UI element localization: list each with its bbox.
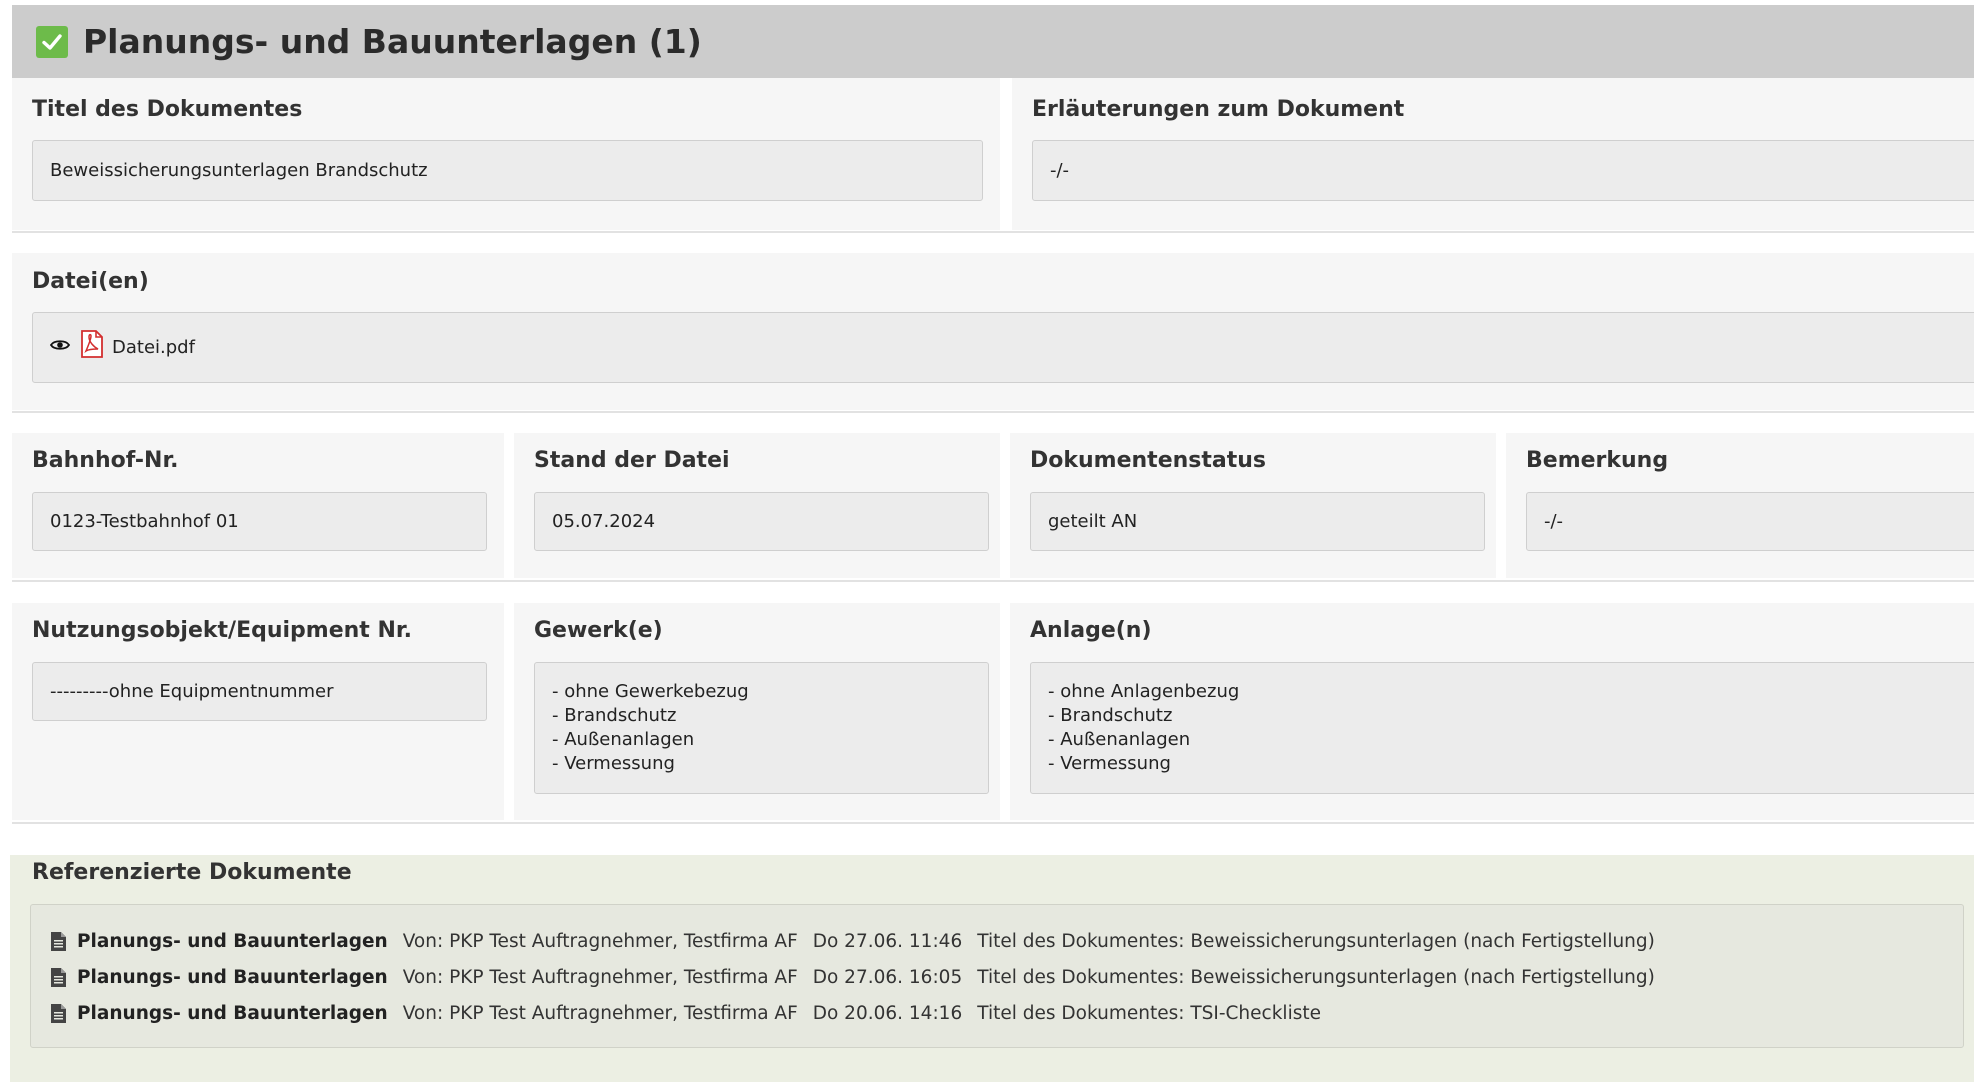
- referenced-list: Planungs- und Bauunterlagen Von: PKP Tes…: [30, 904, 1964, 1048]
- referenced-title: Titel des Dokumentes: TSI-Checkliste: [977, 1002, 1321, 1024]
- anlagen-item: - ohne Anlagenbezug: [1048, 681, 1240, 702]
- titel-label: Titel des Dokumentes: [32, 97, 303, 122]
- status-field: geteilt AN: [1030, 492, 1485, 551]
- status-label: Dokumentenstatus: [1030, 448, 1267, 473]
- divider: [12, 822, 1974, 824]
- referenced-title: Titel des Dokumentes: Beweissicherungsun…: [977, 930, 1655, 952]
- referenced-date: Do 27.06. 16:05: [812, 966, 963, 988]
- divider: [12, 411, 1974, 413]
- gewerke-item: - Vermessung: [552, 753, 675, 774]
- erlaeuterungen-field: -/-: [1032, 140, 1974, 201]
- referenced-category[interactable]: Planungs- und Bauunterlagen: [77, 967, 388, 988]
- gewerke-field: - ohne Gewerkebezug - Brandschutz - Auße…: [534, 662, 989, 794]
- row-dateien: Datei(en) Datei.pdf: [12, 253, 1974, 410]
- checkbox-checked-icon[interactable]: [36, 25, 68, 58]
- bahnhof-label: Bahnhof-Nr.: [32, 448, 179, 473]
- gewerke-item: - ohne Gewerkebezug: [552, 681, 749, 702]
- stand-label: Stand der Datei: [534, 448, 730, 473]
- row-titel: Titel des Dokumentes Beweissicherungsunt…: [12, 78, 1974, 230]
- row-meta: Bahnhof-Nr. 0123-Testbahnhof 01 Stand de…: [12, 433, 1974, 578]
- referenced-label: Referenzierte Dokumente: [32, 860, 352, 885]
- referenced-title: Titel des Dokumentes: Beweissicherungsun…: [977, 966, 1655, 988]
- cell-titel: Titel des Dokumentes Beweissicherungsunt…: [12, 78, 1000, 230]
- nutzungsobjekt-field: ---------ohne Equipmentnummer: [32, 662, 487, 721]
- cell-bahnhof: Bahnhof-Nr. 0123-Testbahnhof 01: [12, 433, 504, 578]
- stand-field: 05.07.2024: [534, 492, 989, 551]
- divider: [12, 231, 1974, 233]
- row-zuordnung: Nutzungsobjekt/Equipment Nr. ---------oh…: [12, 603, 1974, 820]
- referenced-documents: Referenzierte Dokumente Planungs- und Ba…: [10, 855, 1974, 1082]
- cell-anlagen: Anlage(n) - ohne Anlagenbezug - Brandsch…: [1010, 603, 1974, 820]
- referenced-from: Von: PKP Test Auftragnehmer, Testfirma A…: [402, 930, 798, 952]
- document-icon: [50, 967, 67, 988]
- referenced-from: Von: PKP Test Auftragnehmer, Testfirma A…: [402, 1002, 798, 1024]
- anlagen-item: - Brandschutz: [1048, 705, 1173, 726]
- cell-erlaeuterungen: Erläuterungen zum Dokument -/-: [1012, 78, 1974, 230]
- anlagen-label: Anlage(n): [1030, 618, 1152, 643]
- anlagen-item: - Außenanlagen: [1048, 729, 1191, 750]
- cell-dateien: Datei(en) Datei.pdf: [12, 253, 1974, 410]
- gewerke-item: - Brandschutz: [552, 705, 677, 726]
- eye-icon[interactable]: [50, 338, 70, 352]
- referenced-item[interactable]: Planungs- und Bauunterlagen Von: PKP Tes…: [50, 963, 1655, 991]
- pdf-file-icon[interactable]: [80, 329, 104, 358]
- referenced-date: Do 20.06. 14:16: [812, 1002, 963, 1024]
- dateien-label: Datei(en): [32, 269, 149, 294]
- referenced-item[interactable]: Planungs- und Bauunterlagen Von: PKP Tes…: [50, 927, 1655, 955]
- referenced-category[interactable]: Planungs- und Bauunterlagen: [77, 931, 388, 952]
- document-card: Planungs- und Bauunterlagen (1) Titel de…: [0, 0, 1974, 1082]
- bemerkung-label: Bemerkung: [1526, 448, 1669, 473]
- cell-stand: Stand der Datei 05.07.2024: [514, 433, 1000, 578]
- bahnhof-field: 0123-Testbahnhof 01: [32, 492, 487, 551]
- cell-bemerkung: Bemerkung -/-: [1506, 433, 1974, 578]
- anlagen-field: - ohne Anlagenbezug - Brandschutz - Auße…: [1030, 662, 1974, 794]
- cell-status: Dokumentenstatus geteilt AN: [1010, 433, 1496, 578]
- titel-field: Beweissicherungsunterlagen Brandschutz: [32, 140, 983, 201]
- file-link[interactable]: Datei.pdf: [112, 337, 195, 358]
- gewerke-item: - Außenanlagen: [552, 729, 695, 750]
- cell-gewerke: Gewerk(e) - ohne Gewerkebezug - Brandsch…: [514, 603, 1000, 820]
- referenced-from: Von: PKP Test Auftragnehmer, Testfirma A…: [402, 966, 798, 988]
- referenced-item[interactable]: Planungs- und Bauunterlagen Von: PKP Tes…: [50, 999, 1321, 1027]
- referenced-date: Do 27.06. 11:46: [812, 930, 963, 952]
- section-header[interactable]: Planungs- und Bauunterlagen (1): [12, 5, 1974, 78]
- document-icon: [50, 931, 67, 952]
- document-icon: [50, 1003, 67, 1024]
- gewerke-label: Gewerk(e): [534, 618, 663, 643]
- nutzungsobjekt-label: Nutzungsobjekt/Equipment Nr.: [32, 618, 412, 643]
- referenced-category[interactable]: Planungs- und Bauunterlagen: [77, 1003, 388, 1024]
- divider: [12, 580, 1974, 582]
- cell-nutzungsobjekt: Nutzungsobjekt/Equipment Nr. ---------oh…: [12, 603, 504, 820]
- bemerkung-field: -/-: [1526, 492, 1974, 551]
- anlagen-item: - Vermessung: [1048, 753, 1171, 774]
- section-title: Planungs- und Bauunterlagen (1): [83, 22, 702, 61]
- dateien-field: Datei.pdf: [32, 312, 1974, 383]
- erlaeuterungen-label: Erläuterungen zum Dokument: [1032, 97, 1405, 122]
